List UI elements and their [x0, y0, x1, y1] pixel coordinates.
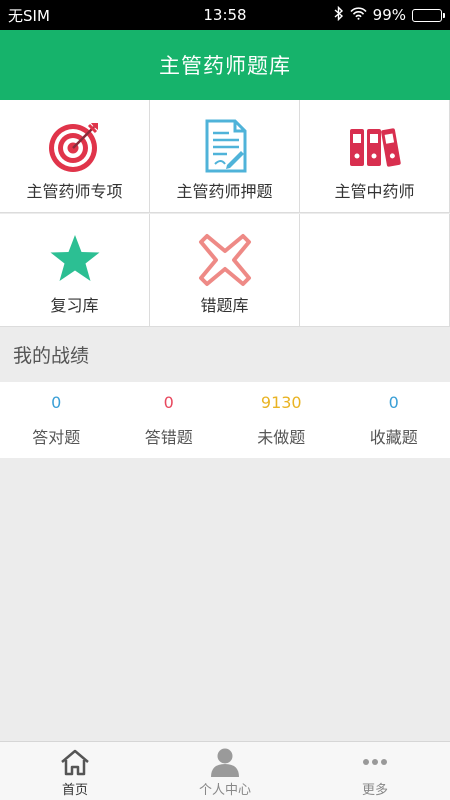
- menu-item-label: 主管药师押题: [176, 182, 273, 201]
- menu-item-review[interactable]: 复习库: [0, 214, 150, 327]
- tab-home[interactable]: 首页: [0, 742, 150, 800]
- binders-icon: [347, 118, 403, 174]
- menu-item-wrong-questions[interactable]: 错题库: [150, 214, 300, 327]
- wifi-icon: [350, 6, 367, 24]
- bluetooth-icon: [334, 5, 344, 25]
- battery-percent: 99%: [372, 6, 406, 24]
- stat-value: 9130: [260, 393, 302, 412]
- menu-item-chinese-pharmacist[interactable]: 主管中药师: [300, 100, 450, 213]
- target-icon: [47, 118, 103, 174]
- menu-grid: 主管药师专项 主管药师押题 主管中药师 复习库 错题库: [0, 100, 450, 327]
- menu-item-label: 主管中药师: [334, 182, 415, 201]
- stat-undone[interactable]: 9130 未做题: [225, 382, 338, 458]
- stat-value: 0: [163, 393, 174, 412]
- stat-label: 收藏题: [369, 428, 418, 447]
- battery-icon: [412, 8, 445, 22]
- app-header: 主管药师题库: [0, 30, 450, 100]
- section-title: 我的战绩: [0, 327, 450, 382]
- stat-label: 答对题: [32, 428, 81, 447]
- tab-label: 个人中心: [198, 783, 251, 798]
- stat-label: 未做题: [257, 428, 306, 447]
- star-icon: [47, 232, 103, 288]
- person-icon: [208, 747, 242, 777]
- document-icon: [197, 118, 253, 174]
- home-icon: [58, 747, 92, 777]
- menu-item-special-topics[interactable]: 主管药师专项: [0, 100, 150, 213]
- status-indicators: 99%: [334, 5, 445, 25]
- stat-favorites[interactable]: 0 收藏题: [338, 382, 450, 458]
- menu-item-label: 错题库: [200, 296, 249, 315]
- menu-item-label: 主管药师专项: [26, 182, 123, 201]
- menu-item-label: 复习库: [50, 296, 99, 315]
- status-bar: 无SIM 13:58 99%: [0, 0, 450, 30]
- page-title: 主管药师题库: [159, 54, 291, 78]
- empty-grid-cell: [300, 214, 450, 327]
- more-icon: [358, 747, 392, 777]
- tab-profile[interactable]: 个人中心: [150, 742, 300, 800]
- tab-more[interactable]: 更多: [300, 742, 450, 800]
- menu-item-predicted-questions[interactable]: 主管药师押题: [150, 100, 300, 213]
- bottom-tab-bar: 首页 个人中心 更多: [0, 741, 450, 800]
- stat-correct[interactable]: 0 答对题: [0, 382, 113, 458]
- tab-label: 更多: [361, 783, 388, 798]
- carrier-text: 无SIM: [8, 6, 50, 25]
- stat-value: 0: [388, 393, 399, 412]
- cross-icon: [197, 232, 253, 288]
- stat-label: 答错题: [144, 428, 193, 447]
- section-title-text: 我的战绩: [13, 345, 90, 367]
- tab-label: 首页: [61, 783, 88, 798]
- stat-wrong[interactable]: 0 答错题: [113, 382, 226, 458]
- stats-panel: 0 答对题 0 答错题 9130 未做题 0 收藏题: [0, 382, 450, 458]
- stat-value: 0: [51, 393, 62, 412]
